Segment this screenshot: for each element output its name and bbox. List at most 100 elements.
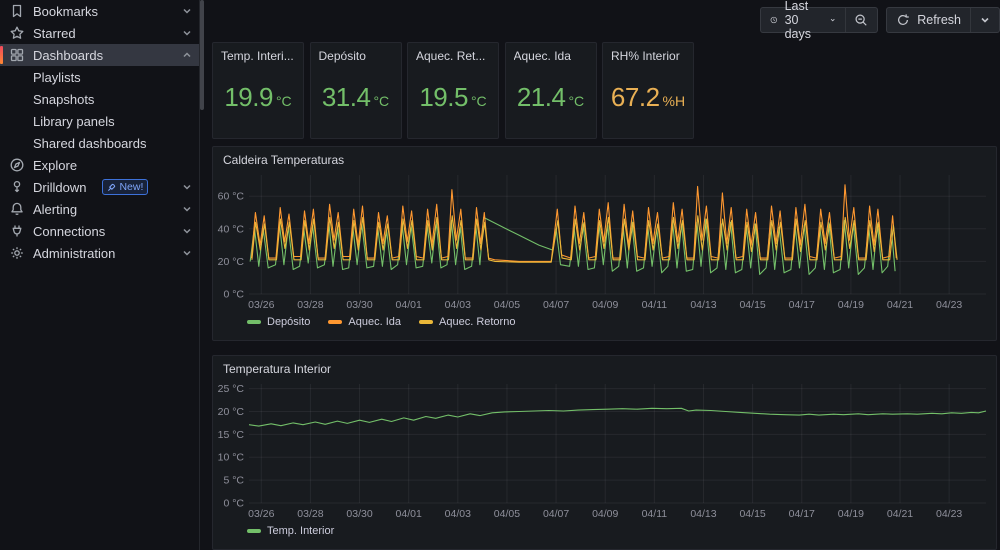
sidebar-item-label: Bookmarks (33, 3, 99, 19)
stat-panel-3: Aquec. Ida 21.4 °C (504, 42, 597, 139)
svg-text:25 °C: 25 °C (218, 383, 245, 395)
chart-legend: Temp. Interior (213, 523, 996, 537)
sidebar-item-bookmarks[interactable]: Bookmarks (0, 0, 199, 22)
chevron-down-icon[interactable] (181, 27, 193, 39)
svg-text:0 °C: 0 °C (223, 498, 244, 510)
svg-text:04/19: 04/19 (838, 508, 864, 520)
stat-value: 31.4 (321, 82, 371, 112)
legend-item-aquec-retorno[interactable]: Aquec. Retorno (419, 316, 515, 328)
svg-text:20 °C: 20 °C (218, 256, 245, 268)
svg-text:0 °C: 0 °C (223, 289, 244, 301)
sidebar-item-drilldown[interactable]: Drilldown New! (0, 176, 199, 198)
svg-text:04/23: 04/23 (936, 508, 962, 520)
svg-text:04/05: 04/05 (494, 299, 520, 311)
svg-text:04/13: 04/13 (690, 299, 716, 311)
sidebar-item-label: Administration (33, 245, 116, 261)
svg-text:03/28: 03/28 (297, 508, 323, 520)
sidebar-item-shared-dashboards[interactable]: Shared dashboards (0, 132, 199, 154)
legend-swatch (247, 529, 261, 533)
svg-text:20 °C: 20 °C (218, 406, 245, 418)
sidebar-item-administration[interactable]: Administration (0, 242, 199, 264)
sidebar-item-library-panels[interactable]: Library panels (0, 110, 199, 132)
chart-legend: Depósito Aquec. Ida Aquec. Retorno (213, 314, 996, 328)
bookmark-icon (9, 3, 25, 19)
legend-label: Aquec. Ida (348, 316, 402, 328)
panel-temperatura-interior: Temperatura Interior 0 °C 5 °C 10 °C 15 °C 2… (212, 355, 997, 550)
sidebar-item-label: Shared dashboards (33, 135, 147, 151)
legend-label: Depósito (267, 316, 311, 328)
legend-item-temp-interior[interactable]: Temp. Interior (247, 525, 334, 537)
svg-text:04/03: 04/03 (445, 299, 471, 311)
refresh-button[interactable]: Refresh (887, 8, 970, 32)
sidebar-item-label: Explore (33, 157, 78, 173)
stat-unit: °C (568, 92, 585, 109)
svg-text:04/11: 04/11 (642, 299, 668, 311)
new-badge: New! (102, 179, 149, 195)
svg-text:03/26: 03/26 (248, 299, 274, 311)
svg-text:04/01: 04/01 (396, 299, 422, 311)
legend-item-dep-sito[interactable]: Depósito (247, 316, 310, 328)
rocket-icon (108, 183, 116, 191)
chevron-up-icon[interactable] (181, 49, 193, 61)
stat-panel-2: Aquec. Ret... 19.5 °C (407, 42, 499, 139)
sidebar-item-label: Playlists (33, 69, 81, 85)
svg-text:03/30: 03/30 (346, 299, 372, 311)
stat-unit: °C (373, 92, 390, 109)
stat-unit: %H (662, 92, 686, 109)
panel-caldeira-temperaturas: Caldeira Temperaturas 0 °C 20 °C 40 °C 60 °… (212, 146, 997, 341)
legend-label: Aquec. Retorno (439, 316, 516, 328)
refresh-icon (898, 14, 909, 25)
svg-text:03/26: 03/26 (248, 508, 274, 520)
chevron-down-icon[interactable] (181, 247, 193, 259)
zoom-out-icon (855, 14, 867, 26)
svg-text:04/15: 04/15 (739, 508, 765, 520)
time-range-label: Last 30 days (784, 0, 812, 41)
stat-panel-1: Depósito 31.4 °C (309, 42, 402, 139)
drilldown-icon (9, 179, 25, 195)
sidebar-item-label: Snapshots (33, 91, 95, 107)
refresh-interval-dropdown[interactable] (971, 8, 999, 32)
legend-swatch (419, 320, 434, 324)
svg-text:03/28: 03/28 (297, 299, 323, 311)
content-scrollbar-thumb[interactable] (200, 0, 204, 110)
stat-title: Aquec. Ret... (416, 49, 486, 63)
sidebar-item-playlists[interactable]: Playlists (0, 66, 199, 88)
stat-panel-0: Temp. Interi... 19.9 °C (212, 42, 304, 139)
svg-text:04/21: 04/21 (887, 508, 913, 520)
svg-text:04/17: 04/17 (789, 508, 815, 520)
interior-chart-plot[interactable]: 0 °C 5 °C 10 °C 15 °C 20 °C 25 °C 03/26 03/28 03… (213, 378, 996, 523)
svg-text:04/07: 04/07 (543, 299, 569, 311)
chevron-down-icon[interactable] (181, 203, 193, 215)
svg-text:04/19: 04/19 (838, 299, 864, 311)
time-range-picker[interactable]: Last 30 days (761, 0, 845, 41)
stat-value: 21.4 (516, 82, 566, 112)
svg-text:04/03: 04/03 (445, 508, 471, 520)
chevron-down-icon[interactable] (181, 5, 193, 17)
sidebar-item-connections[interactable]: Connections (0, 220, 199, 242)
svg-text:04/17: 04/17 (789, 299, 815, 311)
sidebar-item-alerting[interactable]: Alerting (0, 198, 199, 220)
sidebar-item-dashboards[interactable]: Dashboards (0, 44, 199, 66)
stat-title: Aquec. Ida (513, 49, 571, 63)
sidebar-item-snapshots[interactable]: Snapshots (0, 88, 199, 110)
chevron-down-icon[interactable] (181, 225, 193, 237)
svg-text:04/21: 04/21 (887, 299, 913, 311)
sidebar-item-explore[interactable]: Explore (0, 154, 199, 176)
stat-unit: °C (470, 92, 487, 109)
refresh-group: Refresh (886, 7, 1000, 33)
zoom-out-button[interactable] (845, 8, 877, 32)
panel-title[interactable]: Temperatura Interior (213, 356, 996, 378)
time-range-group: Last 30 days (760, 0, 879, 41)
stat-value: 19.9 (224, 82, 273, 112)
legend-swatch (328, 320, 343, 324)
sidebar-item-label: Dashboards (33, 47, 104, 63)
caldeira-chart-plot[interactable]: 0 °C 20 °C 40 °C 60 °C 03/26 03/28 03/30 04/01 0… (213, 169, 996, 314)
stat-title: Depósito (318, 49, 366, 63)
sidebar-item-starred[interactable]: Starred (0, 22, 199, 44)
stat-value: 67.2 (610, 82, 660, 112)
gear-icon (9, 245, 25, 261)
legend-item-aquec-ida[interactable]: Aquec. Ida (328, 316, 401, 328)
chevron-down-icon[interactable] (181, 181, 193, 193)
panel-title[interactable]: Caldeira Temperaturas (213, 147, 996, 169)
bell-icon (9, 201, 25, 217)
